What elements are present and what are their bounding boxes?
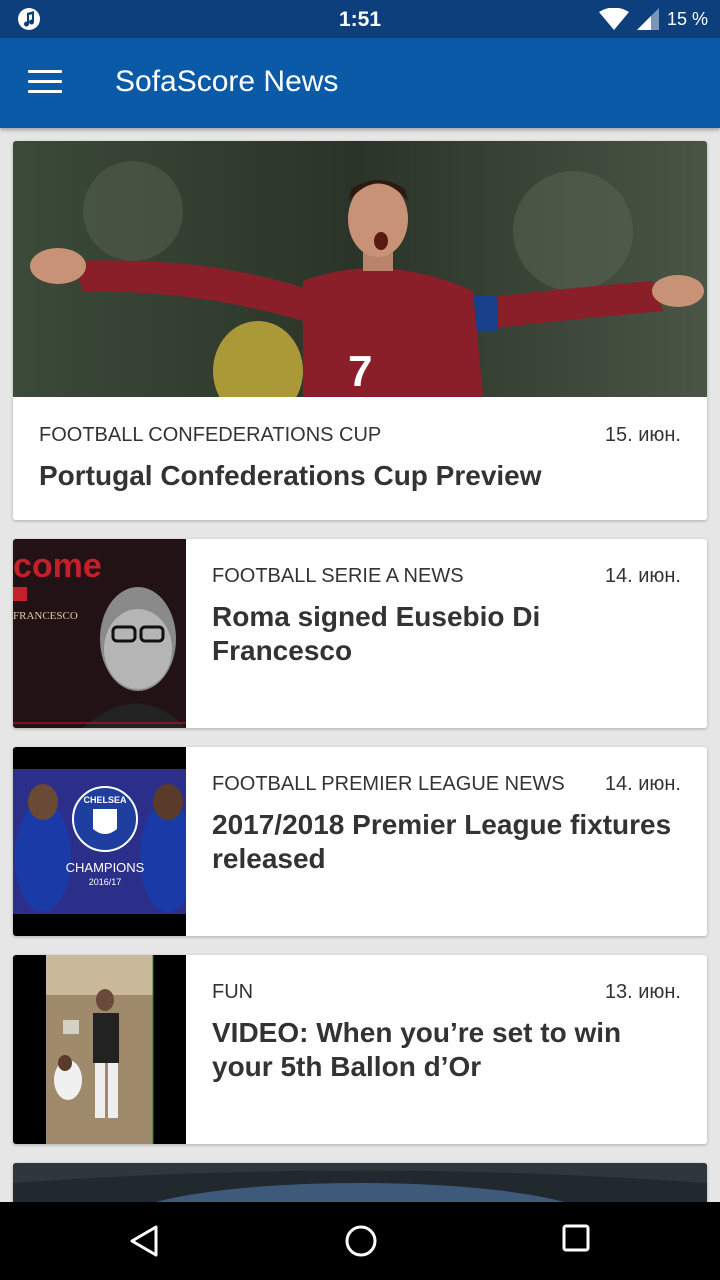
article-category: FOOTBALL CONFEDERATIONS CUP	[39, 424, 382, 446]
svg-text:7: 7	[348, 347, 372, 396]
thumb-overlay-subtext: 2016/17	[89, 877, 122, 887]
article-date: 15. июн.	[604, 424, 681, 446]
thumb-overlay-subtext: FRANCESCO	[13, 610, 78, 622]
app-bar: SofaScore News	[0, 38, 720, 128]
battery-level: 15 %	[666, 8, 708, 29]
article-category: FOOTBALL SERIE A NEWS	[212, 565, 464, 587]
article-image: 7	[13, 141, 707, 397]
news-card[interactable]: come FRANCESCO FOOTBALL SERIE A NEWS 14.…	[13, 539, 707, 728]
article-thumbnail: come FRANCESCO	[13, 539, 186, 728]
news-card[interactable]	[13, 1163, 707, 1202]
article-meta: FUN 13. июн.	[212, 981, 681, 1004]
system-navigation-bar	[0, 1202, 720, 1280]
recents-icon[interactable]	[562, 1224, 590, 1252]
thumb-overlay-text: CHAMPIONS	[66, 860, 145, 875]
article-meta: FOOTBALL SERIE A NEWS 14. июн.	[212, 565, 681, 588]
article-title: Roma signed Eusebio Di Francesco	[212, 601, 541, 666]
article-meta: FOOTBALL PREMIER LEAGUE NEWS 14. июн.	[212, 773, 681, 796]
news-card[interactable]: FUN 13. июн. VIDEO: When you’re set to w…	[13, 955, 707, 1144]
article-meta: FOOTBALL CONFEDERATIONS CUP 15. июн.	[39, 424, 681, 447]
home-icon[interactable]	[344, 1224, 378, 1258]
article-date: 14. июн.	[604, 565, 681, 587]
hamburger-menu-icon[interactable]	[28, 70, 62, 96]
article-thumbnail	[13, 955, 186, 1144]
article-title: 2017/2018 Premier League fixtures releas…	[212, 809, 672, 874]
article-title: VIDEO: When you’re set to win your 5th B…	[212, 1017, 622, 1082]
status-bar: 1:51 15 %	[0, 0, 720, 38]
article-category: FOOTBALL PREMIER LEAGUE NEWS	[212, 773, 565, 795]
back-icon[interactable]	[128, 1224, 160, 1258]
app-title: SofaScore News	[115, 65, 339, 98]
news-list[interactable]: 7 FOOTBALL CONFEDERATIONS CUP 15. июн. P…	[0, 128, 720, 1202]
thumb-overlay-text: come	[13, 547, 102, 585]
article-date: 14. июн.	[604, 773, 681, 795]
article-image	[13, 1163, 707, 1202]
article-thumbnail: CHELSEA CHAMPIONS 2016/17	[13, 747, 186, 936]
news-card[interactable]: CHELSEA CHAMPIONS 2016/17 FOOTBALL PREMI…	[13, 747, 707, 936]
thumb-badge-text: CHELSEA	[83, 795, 127, 805]
cell-signal-icon	[636, 8, 659, 30]
news-card-featured[interactable]: 7 FOOTBALL CONFEDERATIONS CUP 15. июн. P…	[13, 141, 707, 520]
article-title: Portugal Confederations Cup Preview	[39, 460, 542, 491]
article-date: 13. июн.	[604, 981, 681, 1003]
article-category: FUN	[212, 981, 254, 1003]
wifi-icon	[598, 8, 629, 30]
